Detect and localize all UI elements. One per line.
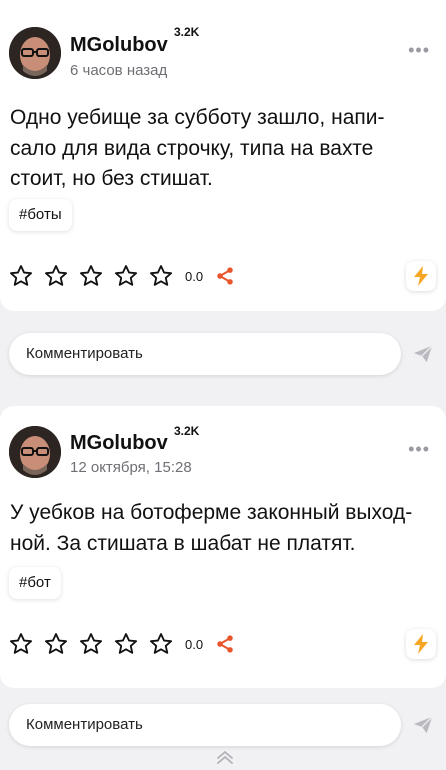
post-card: MGolubov 3.2K 12 октября, 15:28 ••• У уе… xyxy=(0,406,446,688)
star-outline-icon[interactable] xyxy=(148,631,174,657)
more-dots-icon[interactable]: ••• xyxy=(408,439,430,460)
comment-input[interactable]: Комментировать xyxy=(9,704,401,746)
star-outline-icon[interactable] xyxy=(78,263,104,289)
rating-value: 0.0 xyxy=(185,268,204,284)
star-outline-icon[interactable] xyxy=(43,263,69,289)
send-icon[interactable] xyxy=(412,714,434,736)
tag-chip[interactable]: #боты xyxy=(9,199,72,231)
chevron-up-icon[interactable] xyxy=(216,750,234,764)
comment-section: Комментировать xyxy=(0,313,446,395)
author-avatar[interactable] xyxy=(9,27,61,79)
author-karma: 3.2K xyxy=(174,25,200,39)
author-name[interactable]: MGolubov xyxy=(70,432,168,455)
post-text: Одно уебище за субботу зашло, напи-сало … xyxy=(10,106,385,190)
star-outline-icon[interactable] xyxy=(43,631,69,657)
send-icon[interactable] xyxy=(412,343,434,365)
rating-value: 0.0 xyxy=(185,636,204,652)
share-icon[interactable] xyxy=(215,266,235,286)
share-icon[interactable] xyxy=(215,634,235,654)
star-outline-icon[interactable] xyxy=(78,631,104,657)
post-card: MGolubov 3.2K 6 часов назад ••• Одно уеб… xyxy=(0,0,446,311)
star-outline-icon[interactable] xyxy=(148,263,174,289)
post-time[interactable]: 6 часов назад xyxy=(70,62,167,79)
lightning-icon[interactable] xyxy=(406,629,436,659)
lightning-icon[interactable] xyxy=(406,261,436,291)
author-avatar[interactable] xyxy=(9,426,61,478)
post-time[interactable]: 12 октября, 15:28 xyxy=(70,459,192,476)
author-karma: 3.2K xyxy=(174,424,200,438)
author-name[interactable]: MGolubov xyxy=(70,34,168,57)
comment-input[interactable]: Комментировать xyxy=(9,333,401,375)
star-outline-icon[interactable] xyxy=(8,263,34,289)
star-outline-icon[interactable] xyxy=(113,631,139,657)
star-outline-icon[interactable] xyxy=(8,631,34,657)
rating-stars: 0.0 xyxy=(8,263,235,289)
star-outline-icon[interactable] xyxy=(113,263,139,289)
rating-stars: 0.0 xyxy=(8,631,235,657)
post-text: У уебков на ботоферме законный выход-ной… xyxy=(10,501,413,555)
tag-chip[interactable]: #бот xyxy=(9,567,61,599)
more-dots-icon[interactable]: ••• xyxy=(408,40,430,61)
